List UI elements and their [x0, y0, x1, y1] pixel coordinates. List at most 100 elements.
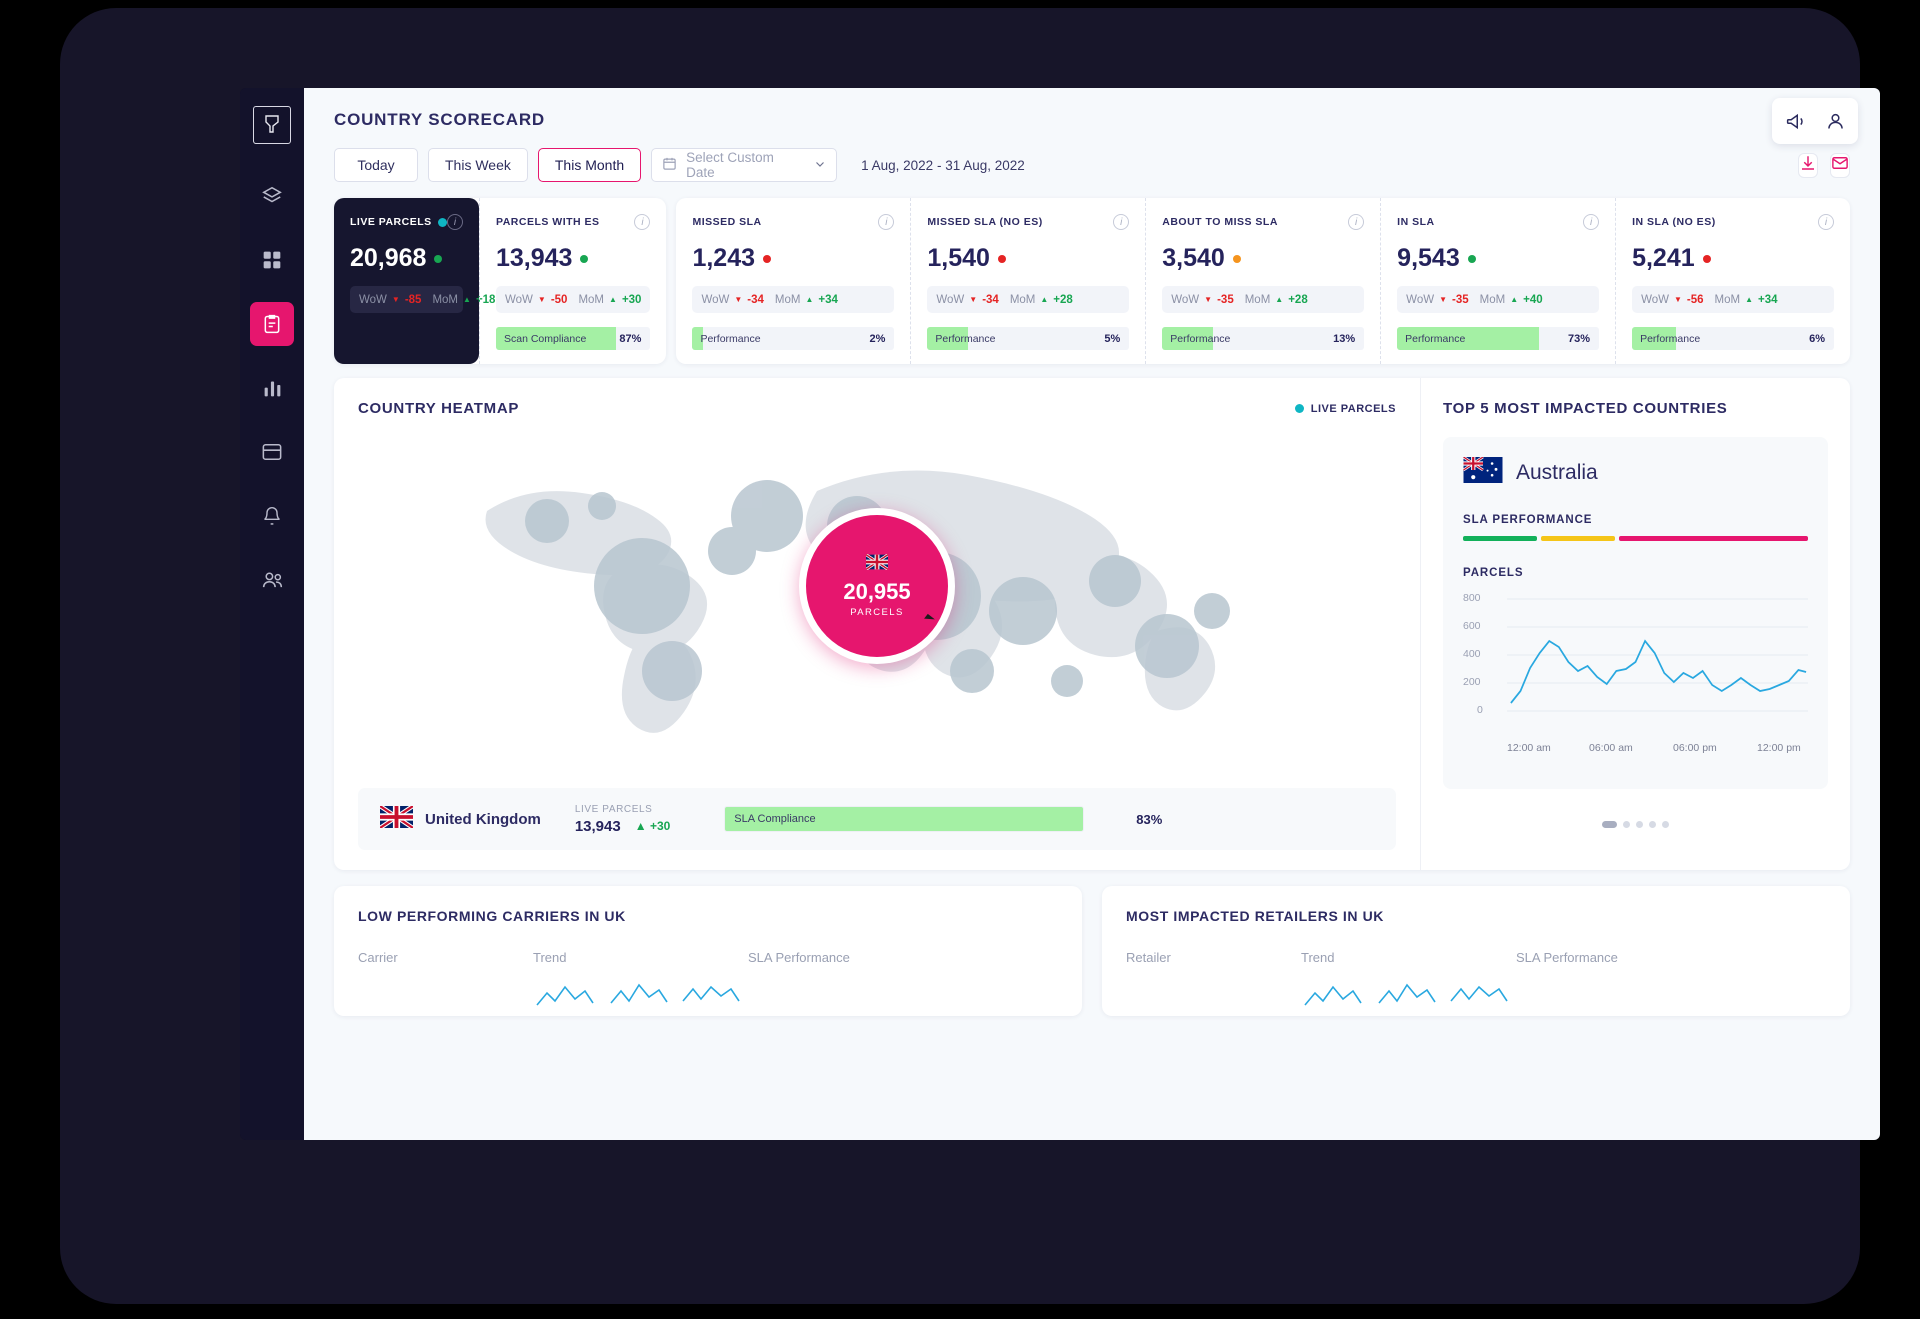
parcels-line-chart: 800 600 400 200 0 12:00 am 06:00 am 06:0… — [1463, 587, 1808, 754]
sidebar-item-cards[interactable] — [250, 430, 294, 474]
wow-label: WoW — [936, 293, 965, 306]
kpi-card-in-sla[interactable]: IN SLA i 9,543 WoW ▼ -35 MoM ▲ +40 Perfo… — [1380, 198, 1615, 364]
column-carrier: Carrier — [358, 950, 398, 965]
column-sla-performance: SLA Performance — [748, 950, 850, 965]
kpi-bar-pct: 87% — [619, 332, 642, 345]
filter-today[interactable]: Today — [334, 148, 418, 182]
kpi-bar-label: Performance — [1170, 332, 1231, 345]
kpi-progress-bar: Performance 13% — [1162, 327, 1365, 350]
mom-value: +28 — [1053, 293, 1073, 306]
uk-flag-icon — [865, 553, 889, 575]
wow-value: -34 — [982, 293, 999, 306]
download-icon[interactable] — [1798, 152, 1818, 178]
kpi-card-missed-sla[interactable]: MISSED SLA i 1,243 WoW ▼ -34 MoM ▲ +34 P… — [676, 198, 910, 364]
column-trend: Trend — [533, 950, 567, 965]
uk-flag-icon — [378, 804, 415, 832]
wow-label: WoW — [359, 293, 387, 306]
kpi-card-in-sla-no-es[interactable]: IN SLA (NO ES) i 5,241 WoW ▼ -56 MoM ▲ +… — [1615, 198, 1850, 364]
wow-value: -35 — [1217, 293, 1234, 306]
country-name: United Kingdom — [425, 810, 541, 828]
mid-row: COUNTRY HEATMAP LIVE PARCELS 20,955 PARC… — [334, 378, 1850, 870]
kpi-progress-bar: Performance 73% — [1397, 327, 1600, 350]
custom-date-picker[interactable]: Select Custom Date — [651, 148, 838, 182]
uk-parcels-bubble[interactable]: 20,955 PARCELS — [799, 508, 955, 664]
country-detail-card[interactable]: Australia SLA PERFORMANCE PARCELS 800 60… — [1443, 437, 1828, 789]
sidebar-item-scorecard[interactable] — [250, 302, 294, 346]
chevron-down-icon — [814, 158, 826, 173]
kpi-bar-pct: 73% — [1568, 332, 1591, 345]
y-tick: 400 — [1463, 648, 1481, 660]
live-indicator-icon — [437, 217, 447, 227]
up-arrow-icon: ▲ — [1510, 295, 1519, 304]
trend-sparkline — [536, 983, 740, 1006]
sla-bar-label: SLA Compliance — [734, 813, 816, 825]
kpi-card-parcels-with-es[interactable]: PARCELS WITH ES i 13,943 WoW ▼ -50 MoM ▲… — [479, 198, 666, 364]
custom-date-value: Select Custom Date — [686, 150, 774, 180]
bubble-label: PARCELS — [850, 607, 904, 618]
info-icon[interactable]: i — [878, 214, 895, 230]
sidebar-item-layers[interactable] — [250, 174, 294, 218]
retailers-row-sparklines — [1126, 981, 1826, 1011]
pager-dot-4[interactable] — [1649, 821, 1656, 828]
wow-label: WoW — [701, 293, 730, 306]
announcement-icon[interactable] — [1776, 102, 1814, 140]
kpi-progress-bar: Performance 5% — [927, 327, 1130, 350]
info-icon[interactable]: i — [1817, 214, 1834, 230]
country-summary-row[interactable]: United Kingdom LIVE PARCELS 13,943 ▲ +30 — [358, 788, 1396, 850]
mail-icon[interactable] — [1830, 152, 1850, 178]
mom-value: +34 — [1758, 293, 1778, 306]
sidebar-nav[interactable] — [240, 88, 304, 1140]
down-arrow-icon: ▼ — [537, 295, 546, 304]
app-screen: COUNTRY SCORECARD Today This Week This M… — [240, 88, 1880, 1140]
up-arrow-icon: ▲ — [1040, 295, 1049, 304]
profile-icon[interactable] — [1816, 102, 1854, 140]
info-icon[interactable]: i — [1583, 214, 1600, 230]
kpi-progress-bar: Performance 2% — [692, 327, 895, 350]
page-title: COUNTRY SCORECARD — [334, 110, 546, 129]
sidebar-item-users[interactable] — [250, 558, 294, 602]
up-arrow-icon: ▲ — [1745, 295, 1754, 304]
kpi-card-about-to-miss-sla[interactable]: ABOUT TO MISS SLA i 3,540 WoW ▼ -35 MoM … — [1145, 198, 1380, 364]
pager-dot-3[interactable] — [1636, 821, 1643, 828]
kpi-value: 13,943 — [496, 244, 573, 272]
kpi-label: LIVE PARCELS — [350, 216, 432, 228]
sidebar-item-analytics[interactable] — [250, 366, 294, 410]
kpi-bar-pct: 13% — [1333, 332, 1356, 345]
down-arrow-icon: ▼ — [391, 295, 400, 304]
kpi-value: 5,241 — [1632, 244, 1695, 272]
kpi-bar-label: Scan Compliance — [504, 332, 587, 345]
info-icon[interactable]: i — [447, 214, 463, 230]
kpi-bar-pct: 2% — [869, 332, 886, 345]
sla-performance-label: SLA PERFORMANCE — [1463, 514, 1593, 526]
kpi-card-live-parcels[interactable]: LIVE PARCELS i 20,968 WoW ▼ -85 MoM ▲ +1… — [334, 198, 495, 364]
carriers-row-sparklines — [358, 981, 1058, 1011]
info-icon[interactable]: i — [634, 214, 651, 230]
kpi-card-missed-sla-no-es[interactable]: MISSED SLA (NO ES) i 1,540 WoW ▼ -34 MoM… — [910, 198, 1145, 364]
top5-countries-panel: TOP 5 MOST IMPACTED COUNTRIES Australia … — [1420, 378, 1850, 870]
carousel-pager[interactable] — [1443, 821, 1828, 828]
kpi-value: 9,543 — [1397, 244, 1460, 272]
top-right-actions — [1772, 98, 1858, 144]
filter-this-week[interactable]: This Week — [428, 148, 528, 182]
pager-dot-2[interactable] — [1623, 821, 1630, 828]
most-impacted-retailers-card: MOST IMPACTED RETAILERS IN UK Retailer T… — [1102, 886, 1850, 1016]
y-tick: 200 — [1463, 676, 1481, 688]
tablet-device-frame: COUNTRY SCORECARD Today This Week This M… — [60, 8, 1880, 1304]
info-icon[interactable]: i — [1348, 214, 1365, 230]
sidebar-item-notifications[interactable] — [250, 494, 294, 538]
filter-this-month[interactable]: This Month — [537, 148, 642, 182]
kpi-label: IN SLA — [1397, 216, 1435, 228]
mom-label: MoM — [1479, 293, 1506, 306]
pager-dot-1[interactable] — [1602, 821, 1617, 828]
world-map[interactable]: 20,955 PARCELS — [358, 421, 1396, 751]
country-heatmap-panel: COUNTRY HEATMAP LIVE PARCELS 20,955 PARC… — [334, 378, 1420, 870]
wow-value: -50 — [550, 293, 568, 306]
kpi-bar-label: Performance — [1405, 332, 1466, 345]
filter-toolbar: Today This Week This Month Select Custom… — [334, 148, 1850, 182]
info-icon[interactable]: i — [1113, 214, 1130, 230]
pager-dot-5[interactable] — [1662, 821, 1669, 828]
mom-label: MoM — [1009, 293, 1036, 306]
sidebar-item-dashboard[interactable] — [250, 238, 294, 282]
country-sla-pct: 83% — [1136, 811, 1163, 827]
heatmap-title: COUNTRY HEATMAP — [358, 400, 520, 417]
